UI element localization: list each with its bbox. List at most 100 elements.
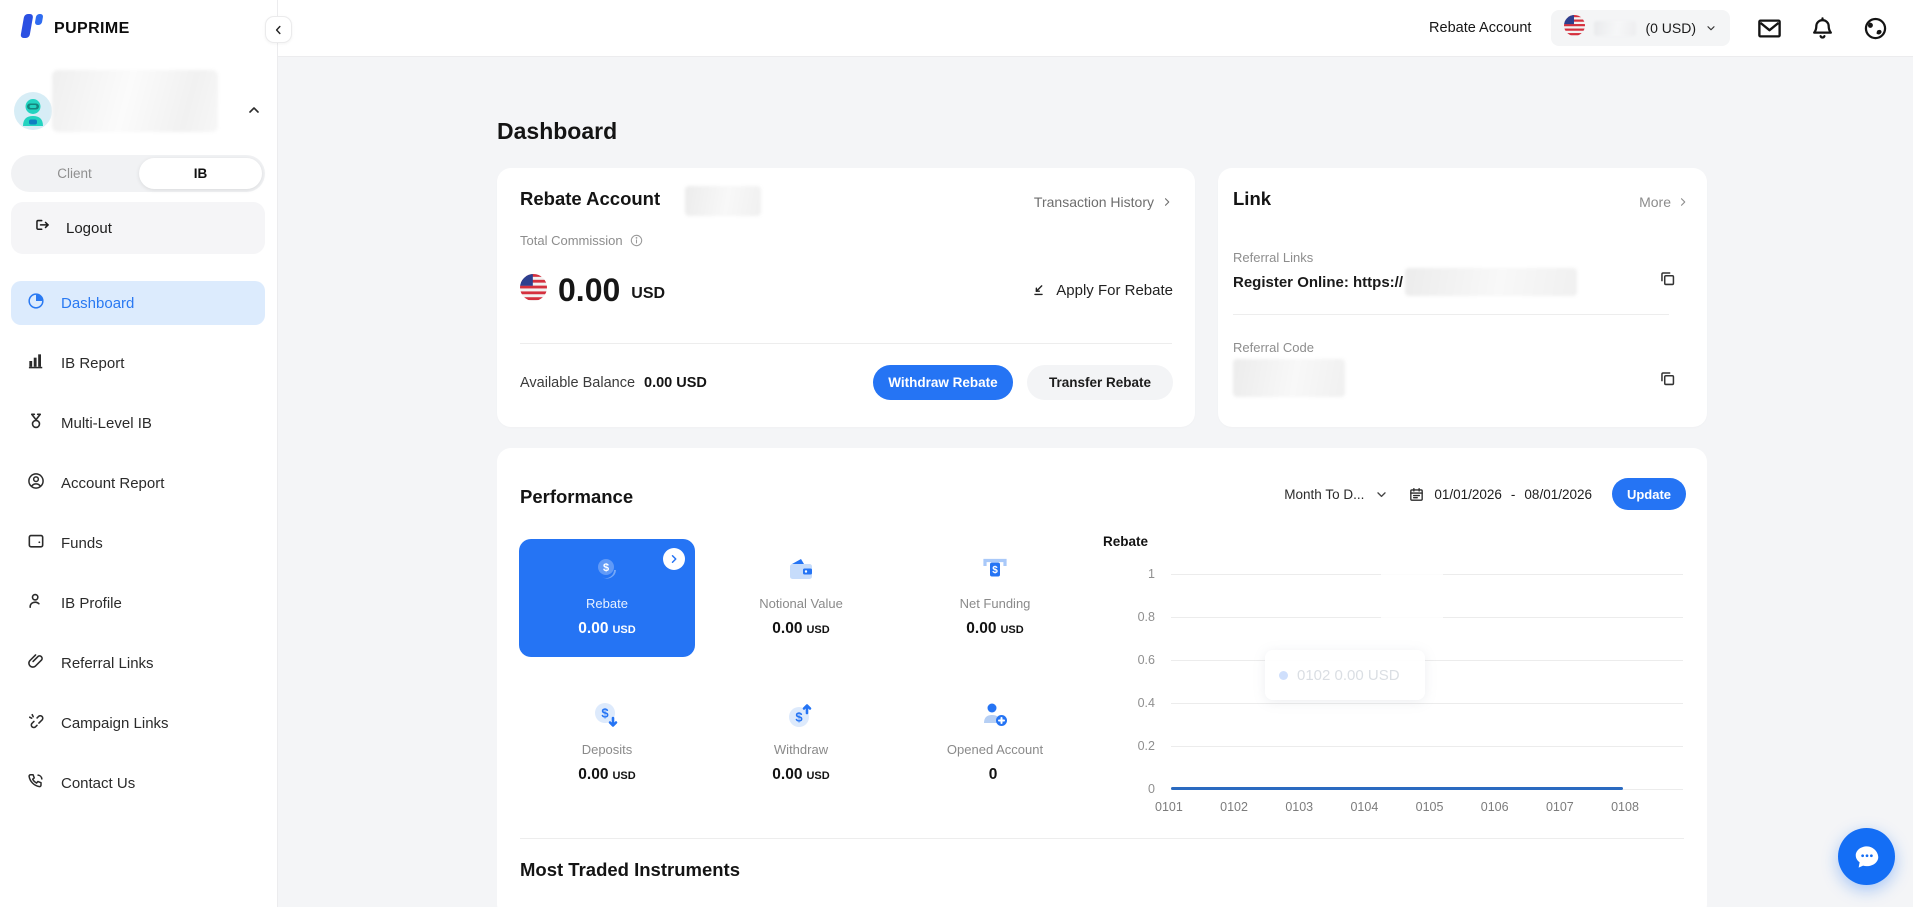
add-user-icon [907,697,1083,735]
transaction-history-link[interactable]: Transaction History [1034,194,1173,210]
tile-value: 0 [989,766,998,783]
performance-controls: Month To D... 01/01/2026 - 08/01/2026 Up… [1284,478,1686,510]
tile-value: 0.00 [966,620,996,637]
performance-card: Performance Month To D... 01/01/2026 - 0… [497,448,1707,907]
tile-label: Rebate [519,596,695,611]
tile-opened-account[interactable]: Opened Account 0 [907,685,1083,803]
chevron-right-icon [1161,196,1173,208]
client-ib-toggle: Client IB [11,155,265,192]
dollar-down-arrow-icon: $ [519,697,695,735]
date-range-picker[interactable]: 01/01/2026 - 08/01/2026 [1408,486,1592,503]
fading-tooltip-box [1381,546,1443,638]
mail-icon[interactable] [1756,15,1783,42]
referral-link-text: Register Online: https:// [1233,274,1403,291]
divider [520,838,1684,839]
sidebar-item-referral-links[interactable]: Referral Links [11,641,265,685]
most-traded-title: Most Traded Instruments [520,859,740,881]
globe-language-icon[interactable] [1862,15,1889,42]
user-avatar[interactable] [14,92,52,130]
info-icon[interactable] [629,233,644,248]
chevron-down-icon [1375,488,1388,501]
tile-label: Withdraw [713,742,889,757]
toggle-ib[interactable]: IB [139,158,262,189]
sidebar-item-multi-level-ib[interactable]: Multi-Level IB [11,401,265,445]
y-tick-label: 1 [1093,567,1155,581]
logout-icon [33,217,52,240]
apply-for-rebate-link[interactable]: Apply For Rebate [1030,282,1173,299]
sidebar-item-ib-profile[interactable]: IB Profile [11,581,265,625]
y-tick-label: 0.2 [1093,739,1155,753]
svg-text:$: $ [795,710,803,725]
tile-net-funding[interactable]: $ Net Funding 0.00USD [907,539,1083,657]
svg-text:$: $ [603,562,609,574]
sidebar-item-label: Campaign Links [61,715,169,732]
available-balance-row: Available Balance0.00 USD [520,375,707,391]
bell-icon[interactable] [1809,15,1836,42]
logout-button[interactable]: Logout [11,202,265,254]
update-button[interactable]: Update [1612,478,1686,510]
date-start: 01/01/2026 [1434,487,1502,502]
chevron-right-icon[interactable] [663,548,685,570]
tile-rebate[interactable]: $ Rebate 0.00 USD [519,539,695,657]
copy-icon[interactable] [1658,269,1677,288]
rebate-account-number-redacted [685,186,761,216]
apply-for-rebate-label: Apply For Rebate [1056,282,1173,299]
more-link[interactable]: More [1639,194,1689,210]
referral-link-redacted [1405,268,1577,296]
transaction-history-label: Transaction History [1034,194,1154,210]
tile-unit: USD [612,624,635,636]
phone-icon [26,771,46,795]
sidebar-item-campaign-links[interactable]: Campaign Links [11,701,265,745]
tile-unit: USD [806,770,829,782]
sidebar-item-contact-us[interactable]: Contact Us [11,761,265,805]
x-axis-labels: 0101 0102 0103 0104 0105 0106 0107 0108 [1155,800,1639,814]
topbar: Rebate Account (0 US [278,0,1913,57]
chat-support-button[interactable] [1838,828,1895,885]
calendar-icon [1408,486,1425,503]
transfer-rebate-button[interactable]: Transfer Rebate [1027,365,1173,400]
tile-value: 0.00 [578,766,608,783]
gridline [1171,746,1683,747]
toggle-client[interactable]: Client [11,166,138,181]
chart-title: Rebate [1103,534,1148,549]
us-flag-icon [520,274,547,306]
sidebar-item-funds[interactable]: Funds [11,521,265,565]
referral-link-row[interactable]: Register Online: https:// [1233,268,1577,296]
withdraw-rebate-button[interactable]: Withdraw Rebate [873,365,1013,400]
rebate-series-line [1171,787,1623,790]
sidebar-nav: Dashboard IB Report Multi-Level IB Accou… [11,281,265,821]
total-commission-row: Total Commission [520,233,644,248]
account-selector[interactable]: (0 USD) [1551,10,1730,46]
tile-notional-value[interactable]: Notional Value 0.00USD [713,539,889,657]
paperclip-icon [26,651,46,675]
period-selector[interactable]: Month To D... [1284,487,1388,502]
divider [520,343,1172,344]
chevron-up-icon[interactable] [246,102,262,118]
tile-value: 0.00 [578,620,608,637]
commission-amount-row: 0.00 USD [520,274,665,306]
sidebar-item-label: Funds [61,535,103,552]
sidebar-item-ib-report[interactable]: IB Report [11,341,265,385]
tile-label: Opened Account [907,742,1083,757]
sidebar-item-account-report[interactable]: Account Report [11,461,265,505]
sidebar-item-label: Dashboard [61,295,134,312]
x-tick-label: 0102 [1220,800,1248,814]
x-tick-label: 0106 [1481,800,1509,814]
commission-currency: USD [631,285,665,306]
tile-label: Net Funding [907,596,1083,611]
main-content: Dashboard Rebate Account Transaction His… [278,57,1913,907]
x-tick-label: 0105 [1416,800,1444,814]
person-icon [26,591,46,615]
sidebar-item-dashboard[interactable]: Dashboard [11,281,265,325]
date-end: 08/01/2026 [1524,487,1592,502]
app-window: PUPRIME Client IB [0,0,1913,907]
sidebar-collapse-button[interactable] [265,16,292,43]
tile-withdraw[interactable]: $ Withdraw 0.00USD [713,685,889,803]
sidebar: PUPRIME Client IB [0,0,278,907]
tile-unit: USD [806,624,829,636]
referral-code-label: Referral Code [1233,340,1314,355]
wallet-icon [26,531,46,555]
tile-deposits[interactable]: $ Deposits 0.00USD [519,685,695,803]
rebate-chart: Rebate 1 0.8 0.6 0.4 0.2 0 0102 0.00 USD [1085,532,1697,837]
copy-icon[interactable] [1658,369,1677,388]
